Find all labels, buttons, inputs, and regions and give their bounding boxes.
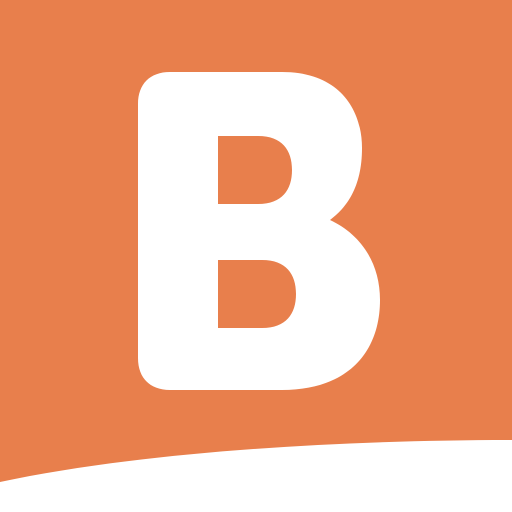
b-letter-logo-icon xyxy=(138,72,380,390)
app-icon-graphic xyxy=(0,0,512,512)
app-icon xyxy=(0,0,512,512)
